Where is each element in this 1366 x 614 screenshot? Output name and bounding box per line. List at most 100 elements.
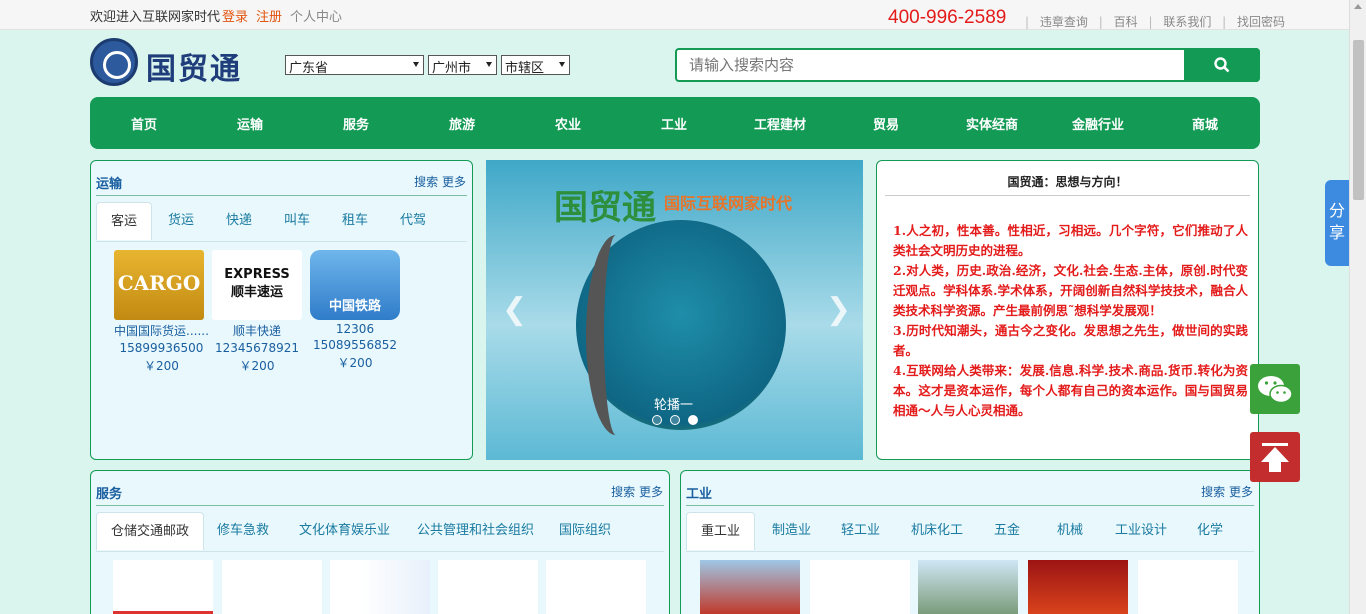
seahorse-emblem-icon [90, 38, 138, 86]
city-value: 广州市 [432, 61, 472, 76]
tab-light-industry[interactable]: 轻工业 [827, 512, 894, 550]
tab-rental[interactable]: 租车 [328, 202, 382, 240]
item-phone: 15089556852 [313, 338, 397, 352]
tab-passenger[interactable]: 客运 [96, 202, 153, 240]
industry-logo-image[interactable] [1028, 560, 1128, 614]
service-logo-image[interactable] [222, 560, 322, 614]
carousel-dot-active[interactable] [688, 415, 699, 425]
logo-text: 国贸通 [146, 52, 242, 87]
search-input[interactable] [677, 50, 1185, 80]
scroll-up-icon[interactable] [1354, 4, 1362, 9]
divider [96, 241, 467, 242]
industry-logo-image[interactable] [700, 560, 800, 614]
nav-building-materials[interactable]: 工程建材 [754, 114, 806, 133]
industry-logo-image[interactable] [810, 560, 910, 614]
nav-trade[interactable]: 贸易 [873, 114, 899, 133]
register-link[interactable]: 注册 [256, 6, 282, 25]
scrollbar[interactable] [1349, 0, 1366, 614]
province-value: 广东省 [289, 61, 329, 76]
tab-taxi[interactable]: 叫车 [270, 202, 324, 240]
hotline-phone: 400-996-2589 [888, 7, 1007, 28]
carousel-dot[interactable] [652, 415, 662, 425]
tab-heavy-industry[interactable]: 重工业 [686, 512, 756, 550]
nav-industry[interactable]: 工业 [661, 114, 687, 133]
item-name: 中国国际货运...... [114, 324, 209, 338]
tab-machinery[interactable]: 机械 [1043, 512, 1097, 550]
service-logo-image[interactable] [330, 560, 430, 614]
panel-title: 服务 [96, 487, 123, 502]
item-phone: 12345678921 [215, 341, 299, 355]
item-name: 顺丰快递 [232, 324, 281, 338]
tab-international-orgs[interactable]: 国际组织 [545, 512, 625, 550]
top-link-recover-password[interactable]: 找回密码 [1237, 15, 1285, 29]
divider [686, 551, 1254, 552]
tab-industrial-design[interactable]: 工业设计 [1101, 512, 1181, 550]
banner-title: 国贸通 [554, 188, 656, 228]
tab-freight[interactable]: 货运 [154, 202, 208, 240]
tab-express[interactable]: 快递 [212, 202, 266, 240]
nav-transport[interactable]: 运输 [237, 114, 263, 133]
wechat-icon [1258, 376, 1293, 404]
tab-hardware[interactable]: 五金 [980, 512, 1034, 550]
district-select[interactable]: 市辖区 [501, 55, 570, 76]
tab-culture-sports[interactable]: 文化体育娱乐业 [285, 512, 404, 550]
login-link[interactable]: 登录 [222, 6, 248, 25]
industry-logo-image[interactable] [918, 560, 1018, 614]
tab-public-management[interactable]: 公共管理和社会组织 [403, 512, 548, 550]
nav-retail[interactable]: 实体经商 [966, 114, 1018, 133]
item-price: ￥200 [337, 356, 373, 370]
carousel-dot[interactable] [670, 415, 681, 425]
industry-logo-image[interactable] [1138, 560, 1238, 614]
thought-item: 4.互联网给人类带来：发展.信息.科学.技术.商品.货币.转化为资本。这才是资本… [893, 363, 1248, 418]
list-item[interactable]: EXPRESS 顺丰速运 顺丰快递 12345678921 ￥200 [212, 250, 302, 374]
chevron-right-icon[interactable]: ❯ [826, 292, 851, 327]
user-center-link[interactable]: 个人中心 [290, 6, 342, 25]
list-item[interactable]: CARGO 中国国际货运...... 15899936500 ￥200 [114, 250, 209, 374]
scrollbar-thumb[interactable] [1353, 40, 1364, 200]
top-link-wiki[interactable]: 百科 [1114, 15, 1138, 29]
divider: | [1025, 15, 1030, 29]
search-more-link[interactable]: 搜索 更多 [611, 483, 663, 500]
tab-chemistry[interactable]: 化学 [1183, 512, 1237, 550]
service-logo-image[interactable] [113, 560, 213, 614]
tab-storage-transport-postal[interactable]: 仓储交通邮政 [96, 512, 205, 550]
top-link-violation[interactable]: 违章查询 [1040, 15, 1088, 29]
tab-manufacturing[interactable]: 制造业 [758, 512, 825, 550]
back-to-top-button[interactable] [1250, 432, 1300, 482]
search-button[interactable] [1184, 48, 1260, 82]
district-value: 市辖区 [505, 61, 545, 76]
tab-designated-driver[interactable]: 代驾 [386, 202, 440, 240]
thought-item: 2.对人类，历史.政治.经济，文化.社会.生态.主体，原创.时代变迁观点。学科体… [893, 263, 1248, 318]
nav-travel[interactable]: 旅游 [449, 114, 475, 133]
top-link-contact[interactable]: 联系我们 [1163, 15, 1211, 29]
divider: | [1222, 15, 1227, 29]
divider [96, 551, 664, 552]
wechat-button[interactable] [1250, 364, 1300, 414]
tab-machine-chemical[interactable]: 机床化工 [897, 512, 977, 550]
top-links: | 违章查询 | 百科 | 联系我们 | 找回密码 [1018, 13, 1285, 30]
nav-home[interactable]: 首页 [131, 114, 157, 133]
nav-finance[interactable]: 金融行业 [1072, 114, 1124, 133]
nav-agriculture[interactable]: 农业 [555, 114, 581, 133]
chevron-down-icon [413, 62, 419, 67]
nav-mall[interactable]: 商城 [1192, 114, 1218, 133]
site-logo[interactable]: 国贸通 [90, 38, 250, 88]
service-logo-image[interactable] [438, 560, 538, 614]
nav-services[interactable]: 服务 [343, 114, 369, 133]
city-select[interactable]: 广州市 [428, 55, 497, 76]
search-more-link[interactable]: 搜索 更多 [414, 173, 466, 190]
panel-title: 运输 [96, 177, 123, 192]
item-name: 12306 [335, 322, 375, 336]
province-select[interactable]: 广东省 [285, 55, 424, 76]
chevron-left-icon[interactable]: ❮ [502, 292, 527, 327]
search-box [675, 48, 1260, 82]
tab-repair-rescue[interactable]: 修车急救 [203, 512, 283, 550]
main-nav: 首页 运输 服务 旅游 农业 工业 工程建材 贸易 实体经商 金融行业 商城 [90, 97, 1260, 149]
share-button[interactable]: 分享 [1325, 180, 1349, 266]
slide-caption: 轮播一 [654, 398, 694, 413]
list-item[interactable]: 中国铁路 12306 15089556852 ￥200 [310, 250, 400, 371]
service-logo-image[interactable] [546, 560, 646, 614]
search-more-link[interactable]: 搜索 更多 [1201, 483, 1253, 500]
road-image [586, 235, 646, 435]
banner-carousel[interactable]: 国贸通 国际互联网家时代 ❮ ❯ 轮播一 [486, 160, 863, 460]
